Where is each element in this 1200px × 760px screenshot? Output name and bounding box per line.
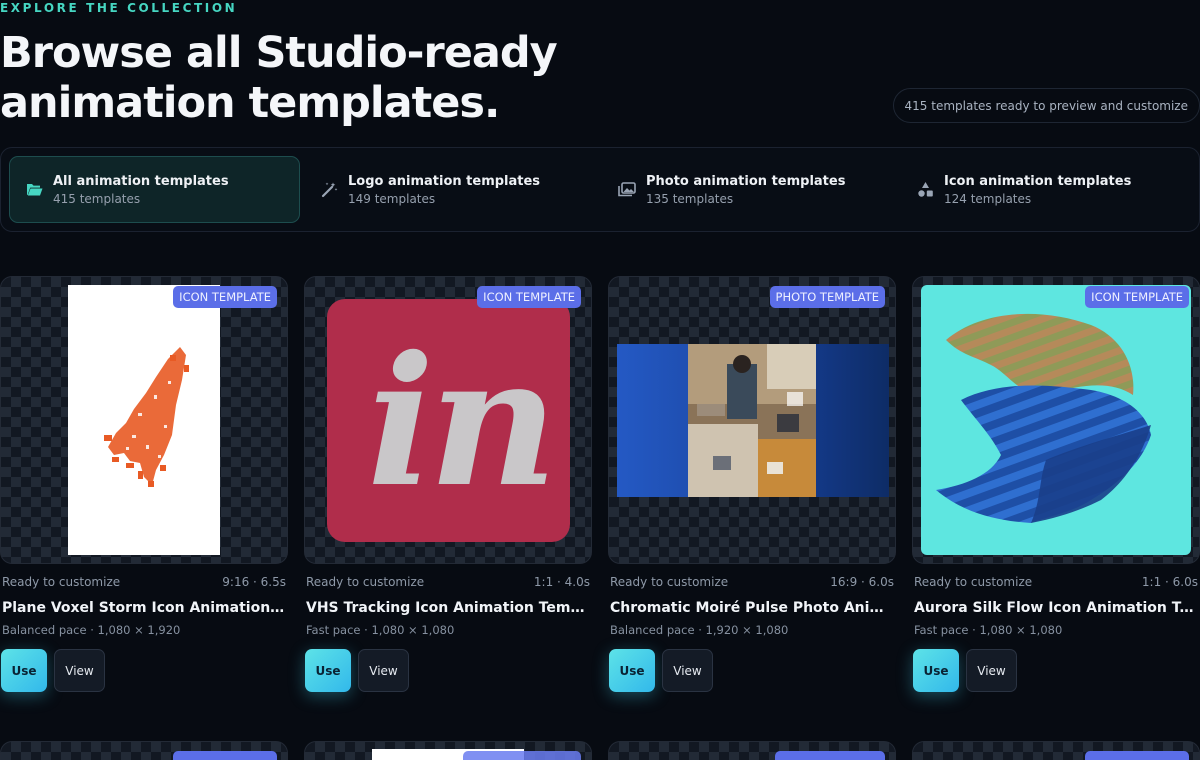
template-count-pill: 415 templates ready to preview and custo…: [892, 88, 1200, 123]
template-type-badge: [1085, 751, 1189, 760]
use-template-button[interactable]: Use: [305, 649, 351, 692]
category-tabs: All animation templates 415 templates Log…: [0, 147, 1200, 232]
tab-photo-templates[interactable]: Photo animation templates 135 templates: [604, 156, 894, 223]
template-title[interactable]: Plane Voxel Storm Icon Animation Templat…: [2, 600, 286, 616]
template-type-badge: ICON TEMPLATE: [477, 286, 581, 308]
template-type-badge: [173, 751, 277, 760]
template-preview[interactable]: in: [304, 276, 592, 564]
tab-count: 415 templates: [53, 191, 141, 206]
template-specs: 1:1 · 4.0s: [533, 575, 590, 589]
status-text: Ready to customize: [306, 575, 425, 589]
preview-image: [617, 344, 889, 497]
tab-all-templates[interactable]: All animation templates 415 templates: [9, 156, 300, 223]
template-type-badge: [463, 751, 581, 760]
template-title[interactable]: Aurora Silk Flow Icon Animation Template: [914, 600, 1198, 616]
template-type-badge: [775, 751, 885, 760]
preview-image: [68, 285, 220, 555]
preview-image: [921, 285, 1191, 555]
tab-count: 149 templates: [348, 191, 436, 206]
template-preview[interactable]: [608, 276, 896, 564]
tab-label: All animation templates: [53, 173, 229, 189]
status-text: Ready to customize: [2, 575, 121, 589]
template-title[interactable]: Chromatic Moiré Pulse Photo Animation Te…: [610, 600, 894, 616]
template-preview[interactable]: [0, 276, 288, 564]
template-details: Balanced pace · 1,080 × 1,920: [2, 623, 181, 637]
tab-label: Logo animation templates: [348, 173, 541, 189]
template-card[interactable]: [304, 741, 592, 760]
template-type-badge: ICON TEMPLATE: [173, 286, 277, 308]
template-specs: 16:9 · 6.0s: [830, 575, 894, 589]
tab-logo-templates[interactable]: Logo animation templates 149 templates: [306, 156, 596, 223]
template-details: Balanced pace · 1,920 × 1,080: [610, 623, 789, 637]
tab-count: 124 templates: [944, 191, 1032, 206]
magic-wand-icon: [320, 181, 338, 199]
use-template-button[interactable]: Use: [609, 649, 655, 692]
shapes-icon: [916, 181, 934, 199]
template-specs: 1:1 · 6.0s: [1141, 575, 1198, 589]
tab-count: 135 templates: [646, 191, 734, 206]
template-preview[interactable]: [912, 276, 1200, 564]
tab-label: Icon animation templates: [944, 173, 1132, 189]
template-type-badge: ICON TEMPLATE: [1085, 286, 1189, 308]
view-template-button[interactable]: View: [966, 649, 1017, 692]
photos-icon: [618, 181, 636, 199]
logo-lettering: in: [367, 317, 558, 526]
invision-logo: in: [327, 299, 570, 542]
template-specs: 9:16 · 6.5s: [222, 575, 286, 589]
folder-open-icon: [25, 181, 43, 199]
view-template-button[interactable]: View: [358, 649, 409, 692]
tab-icon-templates[interactable]: Icon animation templates 124 templates: [902, 156, 1192, 223]
template-card[interactable]: [0, 741, 288, 760]
page-title: Browse all Studio-ready animation templat…: [0, 28, 558, 128]
view-template-button[interactable]: View: [54, 649, 105, 692]
template-card[interactable]: [912, 741, 1200, 760]
use-template-button[interactable]: Use: [913, 649, 959, 692]
use-template-button[interactable]: Use: [1, 649, 47, 692]
tab-label: Photo animation templates: [646, 173, 846, 189]
status-text: Ready to customize: [610, 575, 729, 589]
template-type-badge: PHOTO TEMPLATE: [769, 286, 885, 308]
template-title[interactable]: VHS Tracking Icon Animation Template: [306, 600, 590, 616]
template-details: Fast pace · 1,080 × 1,080: [306, 623, 455, 637]
view-template-button[interactable]: View: [662, 649, 713, 692]
template-details: Fast pace · 1,080 × 1,080: [914, 623, 1063, 637]
template-card[interactable]: [608, 741, 896, 760]
eyebrow-label: EXPLORE THE COLLECTION: [0, 1, 238, 15]
status-text: Ready to customize: [914, 575, 1033, 589]
